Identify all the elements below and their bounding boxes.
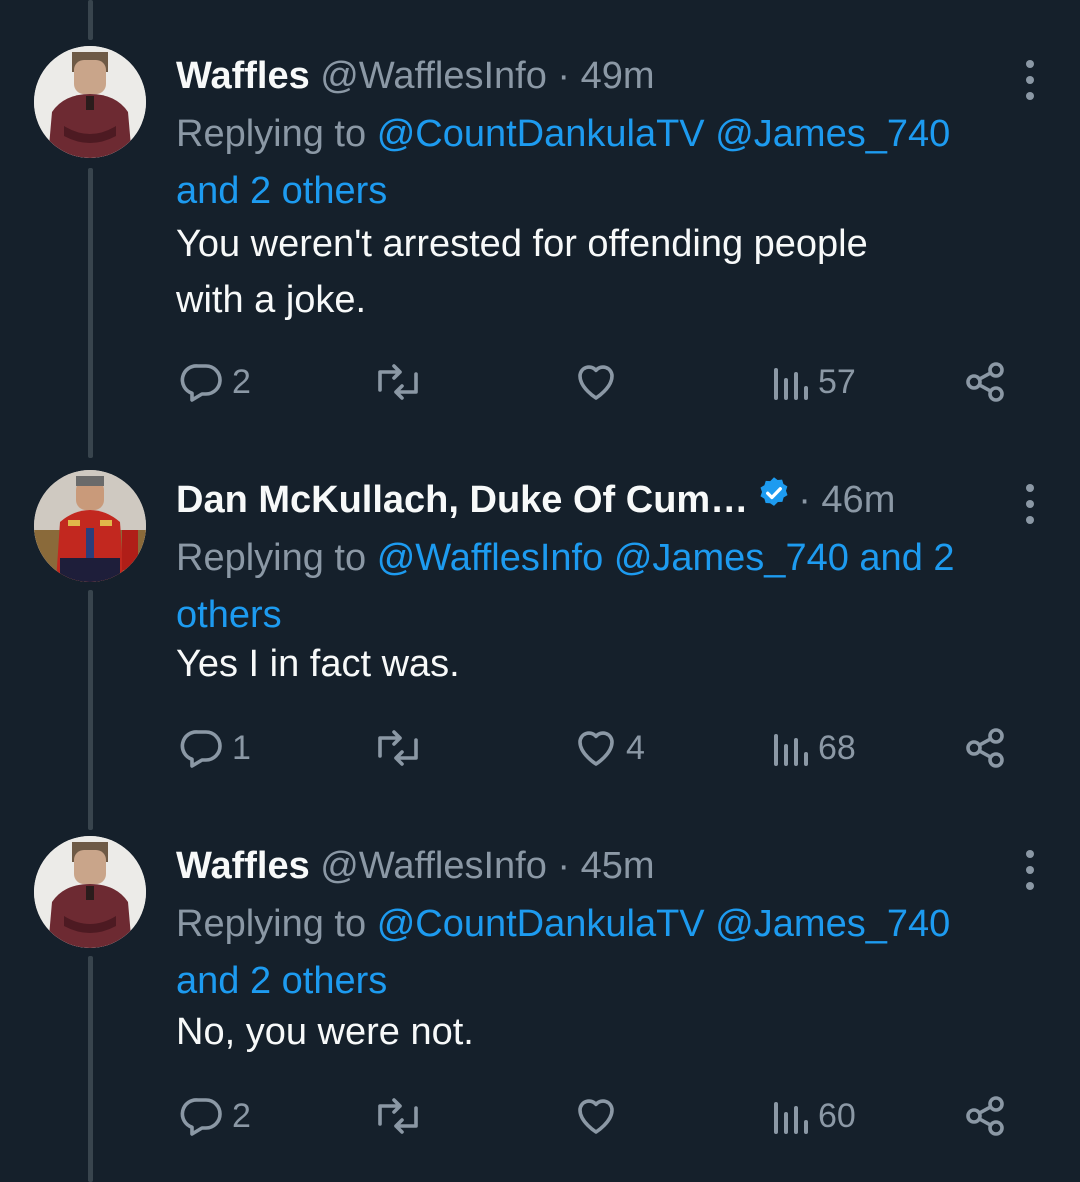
tweet-text-line: with a joke. — [176, 279, 367, 321]
others-link[interactable]: and 2 others — [176, 170, 387, 212]
like-button[interactable] — [572, 1086, 626, 1146]
display-name[interactable]: Waffles — [176, 845, 310, 887]
views-icon — [774, 734, 808, 766]
more-icon[interactable] — [1024, 484, 1036, 524]
share-button[interactable] — [962, 352, 1010, 412]
action-bar: 2 57 — [0, 352, 1080, 412]
views-count: 68 — [818, 728, 856, 767]
reply-button[interactable]: 2 — [178, 1086, 251, 1146]
others-link[interactable]: and 2 others — [176, 960, 387, 1002]
views-icon — [774, 368, 808, 400]
tweet-header: Waffles @WafflesInfo · 45m — [176, 838, 1000, 894]
reply-icon — [180, 730, 222, 768]
like-button[interactable] — [572, 352, 626, 412]
tweet-text: Yes I in fact was. — [176, 636, 1036, 692]
tweet-text-line: Yes I in fact was. — [176, 643, 460, 685]
display-name[interactable]: Waffles — [176, 55, 310, 97]
mention-link[interactable]: @James_740 — [614, 537, 849, 579]
views-count: 60 — [818, 1096, 856, 1135]
share-icon — [966, 1096, 1004, 1136]
views-icon — [774, 1102, 808, 1134]
tweet-header: Waffles @WafflesInfo · 49m — [176, 48, 1000, 104]
timestamp[interactable]: 49m — [581, 55, 655, 97]
duke-avatar — [34, 470, 146, 582]
tweet-text: You weren't arrested for offending peopl… — [176, 216, 1036, 328]
mention-link[interactable]: @James_740 — [715, 903, 950, 945]
reply-icon — [180, 364, 222, 402]
reply-icon — [180, 1098, 222, 1136]
tweet-text-line: You weren't arrested for offending peopl… — [176, 223, 868, 265]
repost-button[interactable] — [370, 718, 432, 778]
tweet[interactable]: Waffles @WafflesInfo · 45m Replying to @… — [0, 836, 1080, 1182]
share-icon — [966, 362, 1004, 402]
like-count: 4 — [626, 728, 645, 767]
avatar[interactable] — [34, 470, 146, 582]
reply-count: 2 — [232, 362, 251, 401]
heart-icon — [578, 731, 614, 766]
more-icon[interactable] — [1024, 850, 1036, 890]
replying-prefix: Replying to — [176, 537, 367, 579]
heart-icon — [578, 365, 614, 400]
repost-icon — [378, 730, 418, 766]
reply-button[interactable]: 2 — [178, 352, 251, 412]
replying-prefix: Replying to — [176, 903, 367, 945]
tweet[interactable]: Waffles @WafflesInfo · 49m Replying to @… — [0, 46, 1080, 426]
timestamp[interactable]: 45m — [581, 845, 655, 887]
reply-count: 2 — [232, 1096, 251, 1135]
replying-to: Replying to @WafflesInfo @James_740 and … — [176, 530, 1036, 644]
reply-count: 1 — [232, 728, 251, 767]
handle[interactable]: @WafflesInfo — [320, 845, 547, 887]
tweet-text-line: No, you were not. — [176, 1011, 474, 1053]
action-bar: 1 4 68 — [0, 718, 1080, 778]
repost-button[interactable] — [370, 1086, 432, 1146]
tweet-text: No, you were not. — [176, 1004, 1036, 1060]
replying-to: Replying to @CountDankulaTV @James_740 a… — [176, 106, 1036, 220]
replying-to: Replying to @CountDankulaTV @James_740 a… — [176, 896, 1036, 1010]
heart-icon — [578, 1099, 614, 1134]
separator-dot: · — [557, 845, 571, 887]
mention-link[interactable]: @CountDankulaTV — [377, 113, 705, 155]
timestamp[interactable]: 46m — [821, 479, 895, 521]
views-button[interactable]: 57 — [768, 352, 856, 412]
share-icon — [966, 728, 1004, 768]
mention-link[interactable]: @WafflesInfo — [377, 537, 604, 579]
repost-icon — [378, 1098, 418, 1134]
separator-dot: · — [798, 479, 811, 521]
tweet[interactable]: Dan McKullach, Duke Of Cum… · 46m Replyin… — [0, 470, 1080, 830]
replying-prefix: Replying to — [176, 113, 367, 155]
tweet-header: Dan McKullach, Duke Of Cum… · 46m — [176, 472, 1000, 528]
more-icon[interactable] — [1024, 60, 1036, 100]
avatar[interactable] — [34, 836, 146, 948]
handle[interactable]: @WafflesInfo — [320, 55, 547, 97]
repost-icon — [378, 364, 418, 400]
share-button[interactable] — [962, 718, 1010, 778]
waffles-avatar — [34, 46, 146, 158]
repost-button[interactable] — [370, 352, 432, 412]
verified-badge-icon[interactable] — [756, 471, 792, 527]
waffles-avatar — [34, 836, 146, 948]
display-name[interactable]: Dan McKullach, Duke Of Cum… — [176, 479, 748, 521]
like-button[interactable]: 4 — [572, 718, 645, 778]
views-button[interactable]: 68 — [768, 718, 856, 778]
avatar[interactable] — [34, 46, 146, 158]
share-button[interactable] — [962, 1086, 1010, 1146]
separator-dot: · — [557, 55, 571, 97]
mention-link[interactable]: @CountDankulaTV — [377, 903, 705, 945]
reply-button[interactable]: 1 — [178, 718, 251, 778]
action-bar: 2 60 — [0, 1086, 1080, 1146]
views-button[interactable]: 60 — [768, 1086, 856, 1146]
thread-line — [88, 0, 93, 40]
mention-link[interactable]: @James_740 — [715, 113, 950, 155]
views-count: 57 — [818, 362, 856, 401]
